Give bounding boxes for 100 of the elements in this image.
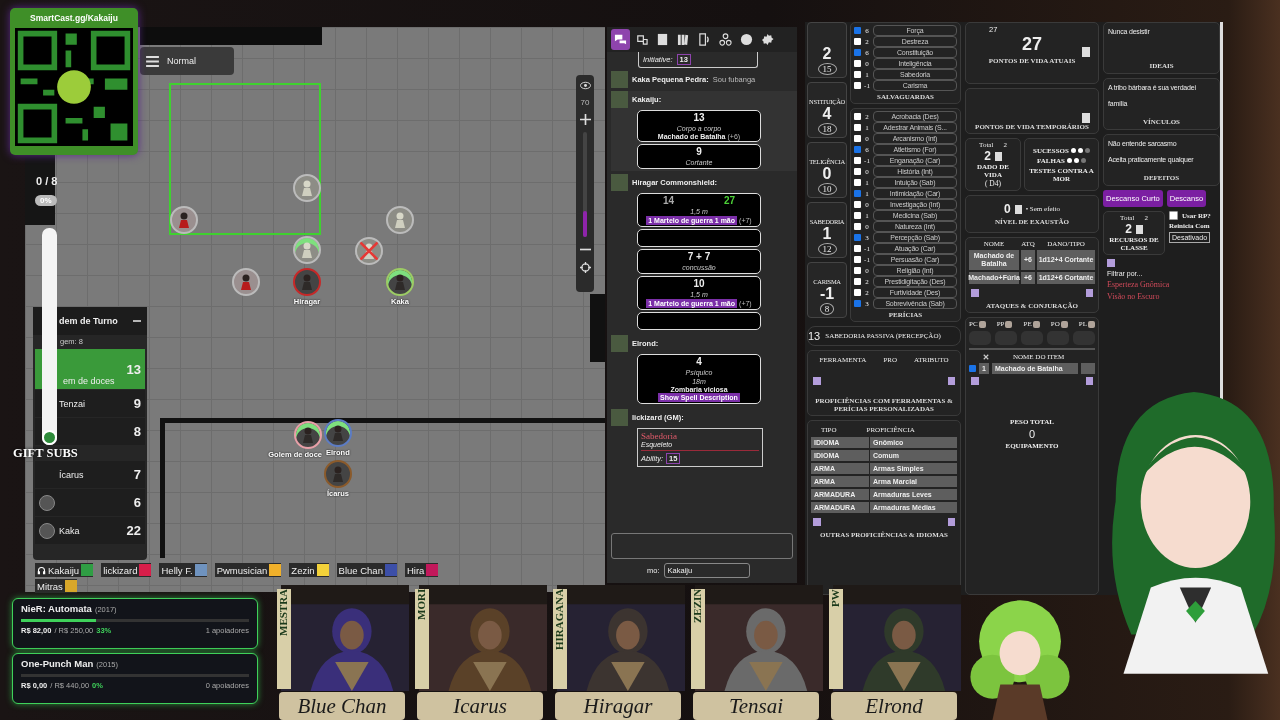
ability-score: 15	[817, 63, 837, 75]
qr-url: SmartCast.gg/Kakaiju	[30, 13, 118, 23]
proficiency-checkbox[interactable]	[854, 289, 861, 296]
proficiency-checkbox[interactable]	[854, 157, 861, 164]
map-token[interactable]	[232, 268, 260, 296]
roll-result: 13	[693, 112, 705, 124]
death-save-dot[interactable]	[1077, 148, 1083, 153]
ability-score: 18	[817, 123, 837, 135]
add-button[interactable]	[971, 377, 979, 385]
proficiency-checkbox[interactable]	[854, 113, 861, 120]
coin-icon	[1060, 320, 1068, 328]
initiative-value: 6	[133, 495, 141, 510]
chat-tab-icon[interactable]	[611, 29, 630, 50]
map-token[interactable]	[294, 421, 322, 449]
lock-icon[interactable]	[1086, 289, 1093, 297]
death-save-dot[interactable]	[1070, 148, 1076, 153]
proficiency-checkbox[interactable]	[854, 27, 861, 34]
proficiency-checkbox[interactable]	[854, 278, 861, 285]
player-name: Pwmusician	[216, 564, 268, 576]
add-button[interactable]	[1107, 259, 1115, 267]
player-tag: MORI	[415, 589, 429, 689]
player-name: lickizard	[103, 564, 138, 576]
gift-subs-label: GIFT SUBS	[13, 446, 78, 460]
proficiency-checkbox[interactable]	[854, 223, 861, 230]
roll-result: 4	[696, 356, 702, 368]
death-save-dot[interactable]	[1066, 158, 1072, 163]
avatar-icon	[39, 522, 55, 539]
ability-modifier: 4	[822, 105, 832, 123]
weight-value: 0	[1028, 428, 1036, 440]
proficiency-checkbox[interactable]	[854, 135, 861, 142]
proficiency-checkbox[interactable]	[854, 267, 861, 274]
ability-modifier: 2	[822, 45, 832, 63]
proficiency-checkbox[interactable]	[854, 146, 861, 153]
proficiency-checkbox[interactable]	[854, 38, 861, 45]
death-save-dot[interactable]	[1080, 158, 1086, 163]
goal-title: One-Punch Man	[21, 658, 94, 669]
stepper-icon[interactable]	[994, 151, 1002, 161]
eye-icon[interactable]	[579, 80, 591, 91]
add-button[interactable]	[813, 377, 821, 385]
zoom-in-icon[interactable]	[579, 114, 591, 125]
proficiency-checkbox[interactable]	[854, 201, 861, 208]
proficiency-checkbox[interactable]	[854, 190, 861, 197]
proficiency-checkbox[interactable]	[854, 124, 861, 131]
stepper-icon[interactable]	[1014, 204, 1022, 214]
ability-score: 10	[817, 183, 837, 195]
map-token[interactable]	[324, 419, 352, 447]
ability-score: 12	[817, 243, 837, 255]
ability-modifier: 1	[822, 225, 832, 243]
player-name: Mitras	[37, 580, 63, 592]
stepper-icon[interactable]	[1135, 224, 1143, 234]
proficiency-checkbox[interactable]	[854, 168, 861, 175]
turn-row[interactable]: Kaka 22	[35, 517, 145, 544]
turn-row[interactable]: Ícarus 7	[35, 461, 145, 488]
player-name: Kakaiju	[48, 564, 80, 576]
use-checkbox[interactable]	[1169, 211, 1178, 220]
coin-icon	[1005, 320, 1013, 328]
coin-icon	[1032, 320, 1040, 328]
map-token[interactable]	[170, 206, 198, 234]
proficiency-checkbox[interactable]	[854, 212, 861, 219]
ability-title: Sabedoria	[641, 431, 678, 441]
death-save-dot[interactable]	[1073, 158, 1079, 163]
add-button[interactable]	[971, 289, 979, 297]
lock-icon[interactable]	[948, 518, 955, 526]
proficiency-checkbox[interactable]	[854, 245, 861, 252]
crosshair-icon[interactable]	[579, 262, 591, 273]
player-tag: PW	[829, 589, 843, 689]
proficiency-checkbox[interactable]	[854, 71, 861, 78]
mode-dropdown[interactable]: Normal	[140, 47, 234, 75]
minimize-icon[interactable]	[133, 320, 141, 322]
proficiency-checkbox[interactable]	[854, 179, 861, 186]
proficiency-checkbox[interactable]	[854, 49, 861, 56]
equipped-checkbox[interactable]	[969, 365, 976, 372]
close-icon[interactable]	[983, 354, 989, 360]
proficiency-checkbox[interactable]	[854, 82, 861, 89]
hit-dice-value: 2	[984, 149, 991, 163]
death-save-dot[interactable]	[1084, 148, 1090, 153]
chat-input[interactable]	[611, 533, 793, 559]
qr-code-icon	[15, 28, 133, 146]
proficiency-checkbox[interactable]	[854, 234, 861, 241]
player-tag: ZEZIN	[691, 589, 705, 689]
zoom-value: 70	[580, 98, 590, 107]
proficiency-checkbox[interactable]	[854, 300, 861, 307]
roll-result: 9	[696, 146, 702, 158]
lock-icon[interactable]	[948, 377, 955, 385]
weight-field[interactable]	[1081, 363, 1095, 374]
percent-badge: 0%	[35, 194, 57, 206]
map-token[interactable]	[386, 268, 414, 296]
roll-result: 14	[662, 195, 675, 207]
avatar-icon	[611, 409, 628, 426]
proficiency-checkbox[interactable]	[854, 60, 861, 67]
goal-title: NieR: Automata	[21, 603, 92, 614]
player-name: Zezin	[291, 564, 315, 576]
turn-row[interactable]: 6	[35, 489, 145, 516]
lock-icon[interactable]	[1086, 377, 1093, 385]
turn-row[interactable]: 8	[35, 418, 145, 445]
proficiency-checkbox[interactable]	[854, 256, 861, 263]
add-button[interactable]	[813, 518, 821, 526]
avatar-icon	[611, 71, 628, 88]
wall	[590, 294, 605, 362]
character-name: Tensai	[693, 692, 819, 720]
